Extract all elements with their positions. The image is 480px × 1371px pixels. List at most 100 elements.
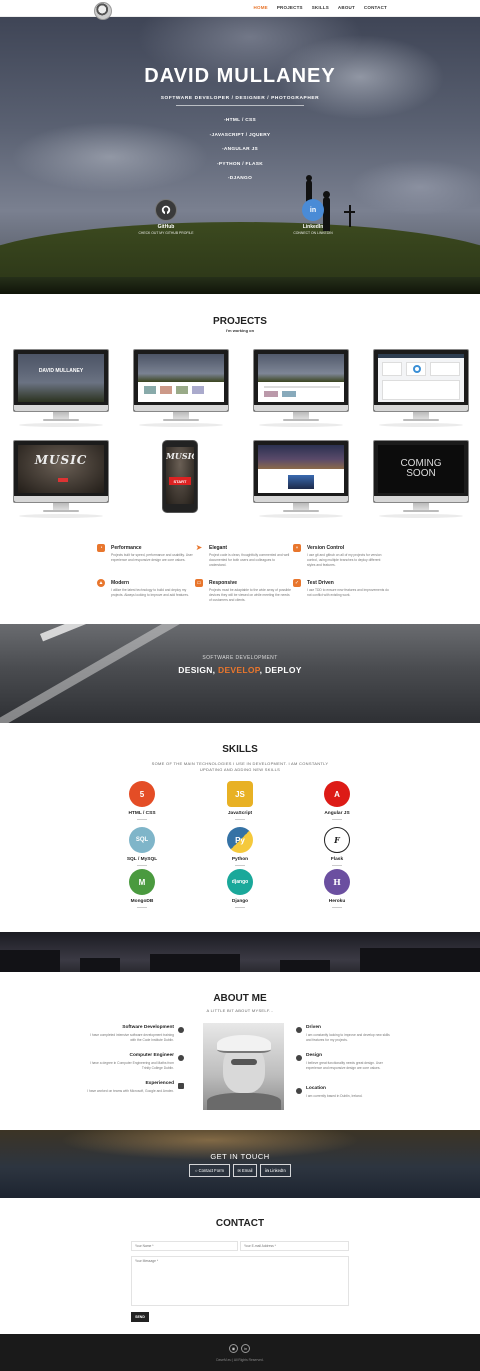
name-field[interactable] bbox=[131, 1241, 238, 1251]
project-screen-title: MUSIC bbox=[34, 453, 88, 467]
screen-thumbnail bbox=[192, 386, 204, 394]
monitor-chin bbox=[374, 405, 468, 411]
screen-donut-chart bbox=[413, 365, 421, 373]
about-software-development: Software Development I have completed in… bbox=[84, 1025, 174, 1043]
photo-sunglasses bbox=[231, 1059, 257, 1065]
monitor-shadow bbox=[19, 514, 103, 518]
feature-desc: I use TDD to ensure new features and imp… bbox=[307, 588, 389, 597]
skill-sql: SQL SQL / MySQL bbox=[112, 827, 172, 866]
monitor-frame: DAVID MULLANEY bbox=[13, 349, 109, 412]
feature-title: Responsive bbox=[209, 580, 238, 586]
nav-menu: HOME PROJECTS SKILLS ABOUT CONTACT bbox=[254, 5, 387, 10]
project-card[interactable]: COMING SOON bbox=[373, 440, 469, 520]
nav-contact[interactable]: CONTACT bbox=[364, 5, 387, 10]
monitor-frame: COMING SOON bbox=[373, 440, 469, 503]
hero-subtitle: SOFTWARE DEVELOPER / DESIGNER / PHOTOGRA… bbox=[160, 96, 320, 101]
about-item-desc: I have a degree in Computer Engineering … bbox=[89, 1061, 174, 1070]
screen-text-line bbox=[264, 386, 340, 388]
about-driven: Driven I am constantly looking to improv… bbox=[306, 1025, 396, 1043]
building-silhouette bbox=[0, 950, 60, 972]
feature-desc: I utilize the latest technology to build… bbox=[111, 588, 189, 597]
get-in-touch-title: GET IN TOUCH bbox=[210, 1152, 270, 1161]
message-field[interactable] bbox=[131, 1256, 349, 1306]
skills-subtitle-line2: UPDATING AND ADDING NEW SKILLS bbox=[199, 767, 281, 772]
email-button[interactable]: ✉ Email bbox=[233, 1164, 257, 1177]
car-icon bbox=[296, 1027, 302, 1033]
hill-base-image bbox=[0, 277, 480, 294]
feature-desc: Project code is clean, thoughtfully comm… bbox=[209, 553, 290, 567]
monitor-stand bbox=[413, 412, 429, 419]
brush-icon bbox=[296, 1055, 302, 1061]
project-card[interactable] bbox=[373, 349, 469, 429]
banner-kicker: SOFTWARE DEVELOPMENT bbox=[202, 655, 278, 661]
monitor-frame: MUSIC bbox=[13, 440, 109, 503]
django-icon: django bbox=[227, 869, 253, 895]
nav-projects[interactable]: PROJECTS bbox=[277, 5, 303, 10]
skill-name: Flask bbox=[330, 857, 344, 862]
dev-banner: SOFTWARE DEVELOPMENT DESIGN, DEVELOP, DE… bbox=[0, 624, 480, 723]
project-card[interactable]: DAVID MULLANEY bbox=[13, 349, 109, 429]
hero-skill: -JAVASCRIPT / JQUERY bbox=[209, 132, 271, 138]
linkedin-icon[interactable]: in bbox=[241, 1344, 250, 1353]
copyright-text: DaveM.eu | All Rights Reserved. bbox=[216, 1358, 264, 1362]
feature-title: Performance bbox=[111, 545, 142, 551]
skill-name: JavaScript bbox=[227, 811, 253, 816]
linkedin-touch-button[interactable]: in LinkedIn bbox=[260, 1164, 291, 1177]
skill-underline bbox=[235, 907, 245, 908]
skill-name: Python bbox=[231, 857, 249, 862]
email-field[interactable] bbox=[240, 1241, 349, 1251]
monitor-chin bbox=[14, 496, 108, 502]
monitor-base bbox=[403, 510, 439, 512]
monitor-chin bbox=[134, 405, 228, 411]
about-item-title: Software Development bbox=[122, 1025, 174, 1030]
cross-silhouette bbox=[349, 205, 351, 227]
send-button[interactable]: SEND bbox=[131, 1312, 149, 1322]
screen-hero-image bbox=[258, 445, 344, 469]
project-card[interactable] bbox=[253, 349, 349, 429]
screen-thumbnail bbox=[160, 386, 172, 394]
linkedin-button[interactable]: in LinkedIn CONNECT ON LINKEDIN bbox=[278, 199, 348, 235]
project-card[interactable]: MUSIC bbox=[13, 440, 109, 520]
nav-about[interactable]: ABOUT bbox=[338, 5, 355, 10]
banner-word-accent: DEVELOP bbox=[218, 665, 260, 675]
nav-home[interactable]: HOME bbox=[254, 5, 268, 10]
linkedin-icon: in bbox=[265, 1168, 269, 1173]
skill-name: SQL / MySQL bbox=[126, 857, 158, 862]
github-label: GitHub bbox=[157, 224, 175, 230]
monitor-base bbox=[403, 419, 439, 421]
skill-name: Angular JS bbox=[324, 811, 350, 816]
check-icon: ✓ bbox=[293, 579, 301, 587]
person-silhouette bbox=[323, 191, 330, 198]
nav-skills[interactable]: SKILLS bbox=[312, 5, 329, 10]
monitor-frame bbox=[373, 349, 469, 412]
hero-skill: -PYTHON / FLASK bbox=[216, 161, 264, 167]
hero-skill: -ANGULAR JS bbox=[221, 147, 259, 152]
monitor-chin bbox=[254, 405, 348, 411]
project-card[interactable] bbox=[253, 440, 349, 520]
github-button[interactable]: GitHub CHECK OUT MY GITHUB PROFILE bbox=[131, 199, 201, 235]
building-silhouette bbox=[150, 954, 240, 972]
monitor-stand bbox=[293, 412, 309, 419]
phone-frame: MUSIC START bbox=[162, 440, 198, 513]
rocket-icon: ▲ bbox=[97, 579, 105, 587]
monitor-base bbox=[43, 510, 79, 512]
comment-icon: ○ bbox=[195, 1168, 198, 1173]
project-screen: COMING SOON bbox=[378, 445, 464, 493]
profile-logo[interactable] bbox=[94, 2, 112, 20]
contact-form-button[interactable]: ○ Contact Form bbox=[189, 1164, 230, 1177]
project-screen bbox=[258, 445, 344, 493]
github-icon bbox=[155, 199, 177, 221]
monitor-chin bbox=[14, 405, 108, 411]
project-card[interactable]: MUSIC START bbox=[133, 440, 229, 520]
project-screen-title: DAVID MULLANEY bbox=[38, 368, 84, 374]
angular-icon: A bbox=[324, 781, 350, 807]
screen-card bbox=[430, 362, 460, 376]
project-card[interactable] bbox=[133, 349, 229, 429]
about-item-title: Computer Engineer bbox=[129, 1053, 174, 1058]
monitor-base bbox=[43, 419, 79, 421]
github-icon[interactable]: ◉ bbox=[229, 1344, 238, 1353]
project-screen-title: COMING SOON bbox=[400, 458, 442, 479]
html5-icon: 5 bbox=[129, 781, 155, 807]
screen-hero-image bbox=[138, 354, 224, 382]
skill-underline bbox=[235, 819, 245, 820]
